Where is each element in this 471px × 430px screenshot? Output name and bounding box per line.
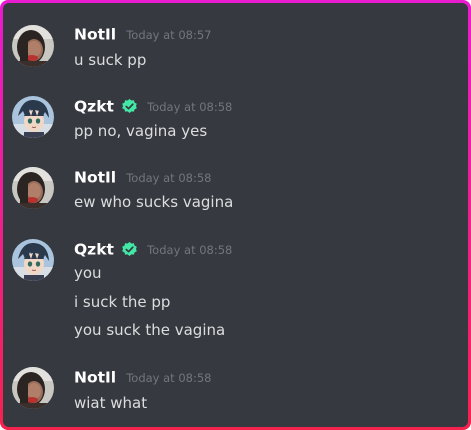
message-text: ew who sucks vagina [74,193,234,211]
message-text: you suck the vagina [74,321,226,339]
message-header: NotIl Today at 08:58 [74,167,212,189]
message-text: you [74,264,102,282]
message-text: pp no, vagina yes [74,122,208,140]
gradient-frame: NotIl Today at 08:57 u suck pp Qzkt Toda… [0,0,471,430]
timestamp[interactable]: Today at 08:58 [147,243,232,257]
user-avatar-notil[interactable] [12,367,54,409]
timestamp[interactable]: Today at 08:58 [126,171,211,185]
username[interactable]: NotIl [74,26,116,44]
user-avatar-notil[interactable] [12,167,54,209]
timestamp[interactable]: Today at 08:58 [126,371,211,385]
user-avatar-notil[interactable] [12,25,54,67]
timestamp[interactable]: Today at 08:58 [147,100,232,114]
user-avatar-qzkt[interactable] [12,239,54,281]
message-header: NotIl Today at 08:58 [74,367,212,389]
username[interactable]: Qzkt [74,98,114,116]
message-text: u suck pp [74,51,147,69]
verified-badge-icon [122,242,137,257]
username[interactable]: NotIl [74,169,116,187]
user-avatar-qzkt[interactable] [12,96,54,138]
username[interactable]: NotIl [74,369,116,387]
message-header: Qzkt Today at 08:58 [74,96,232,118]
message-header: NotIl Today at 08:57 [74,24,212,46]
message-text: i suck the pp [74,293,171,311]
username[interactable]: Qzkt [74,241,114,259]
timestamp[interactable]: Today at 08:57 [126,28,211,42]
message-header: Qzkt Today at 08:58 [74,239,232,261]
message-text: wiat what [74,394,148,412]
chat-messages[interactable]: NotIl Today at 08:57 u suck pp Qzkt Toda… [3,3,468,427]
verified-badge-icon [122,99,137,114]
